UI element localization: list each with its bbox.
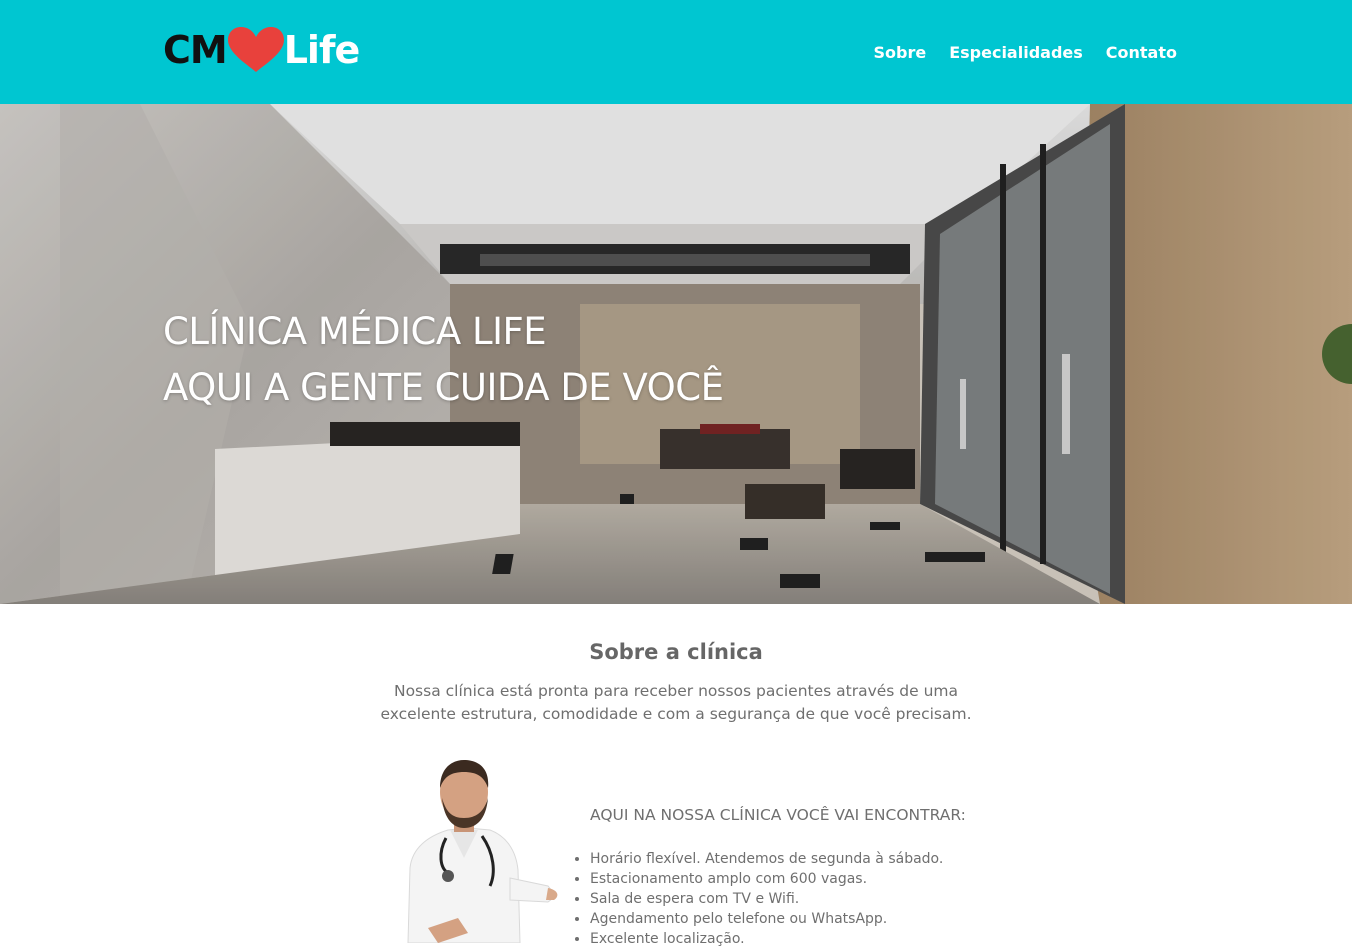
nav-link-especialidades[interactable]: Especialidades — [949, 42, 1083, 64]
hero-line-2: AQUI A GENTE CUIDA DE VOCÊ — [163, 366, 724, 409]
hero-banner: CLÍNICA MÉDICA LIFE AQUI A GENTE CUIDA D… — [0, 104, 1352, 604]
section-description: Nossa clínica está pronta para receber n… — [380, 682, 972, 723]
heart-icon — [227, 27, 284, 72]
list-item: Estacionamento amplo com 600 vagas. — [590, 869, 943, 889]
list-item: Horário flexível. Atendemos de segunda à… — [590, 849, 943, 869]
logo-text-cm: CM — [163, 28, 228, 72]
list-item: Agendamento pelo telefone ou WhatsApp. — [590, 909, 943, 929]
hero-line-1: CLÍNICA MÉDICA LIFE — [163, 310, 547, 353]
features-list: Horário flexível. Atendemos de segunda à… — [590, 849, 943, 949]
list-item: Excelente localização. — [590, 929, 943, 949]
logo-text-life: Life — [283, 28, 361, 72]
nav-link-sobre[interactable]: Sobre — [873, 42, 926, 64]
doctor-image — [407, 760, 558, 943]
logo[interactable]: CM Life — [163, 26, 361, 74]
hero-heading: CLÍNICA MÉDICA LIFE AQUI A GENTE CUIDA D… — [163, 304, 724, 416]
list-item: Sala de espera com TV e Wifi. — [590, 889, 943, 909]
features-heading: AQUI NA NOSSA CLÍNICA VOCÊ VAI ENCONTRAR… — [590, 806, 966, 824]
section-title: Sobre a clínica — [589, 640, 763, 664]
site-header: CM Life Sobre Especialidades Contato — [0, 0, 1352, 104]
main-nav: Sobre Especialidades Contato — [873, 42, 1177, 64]
nav-link-contato[interactable]: Contato — [1106, 42, 1177, 64]
